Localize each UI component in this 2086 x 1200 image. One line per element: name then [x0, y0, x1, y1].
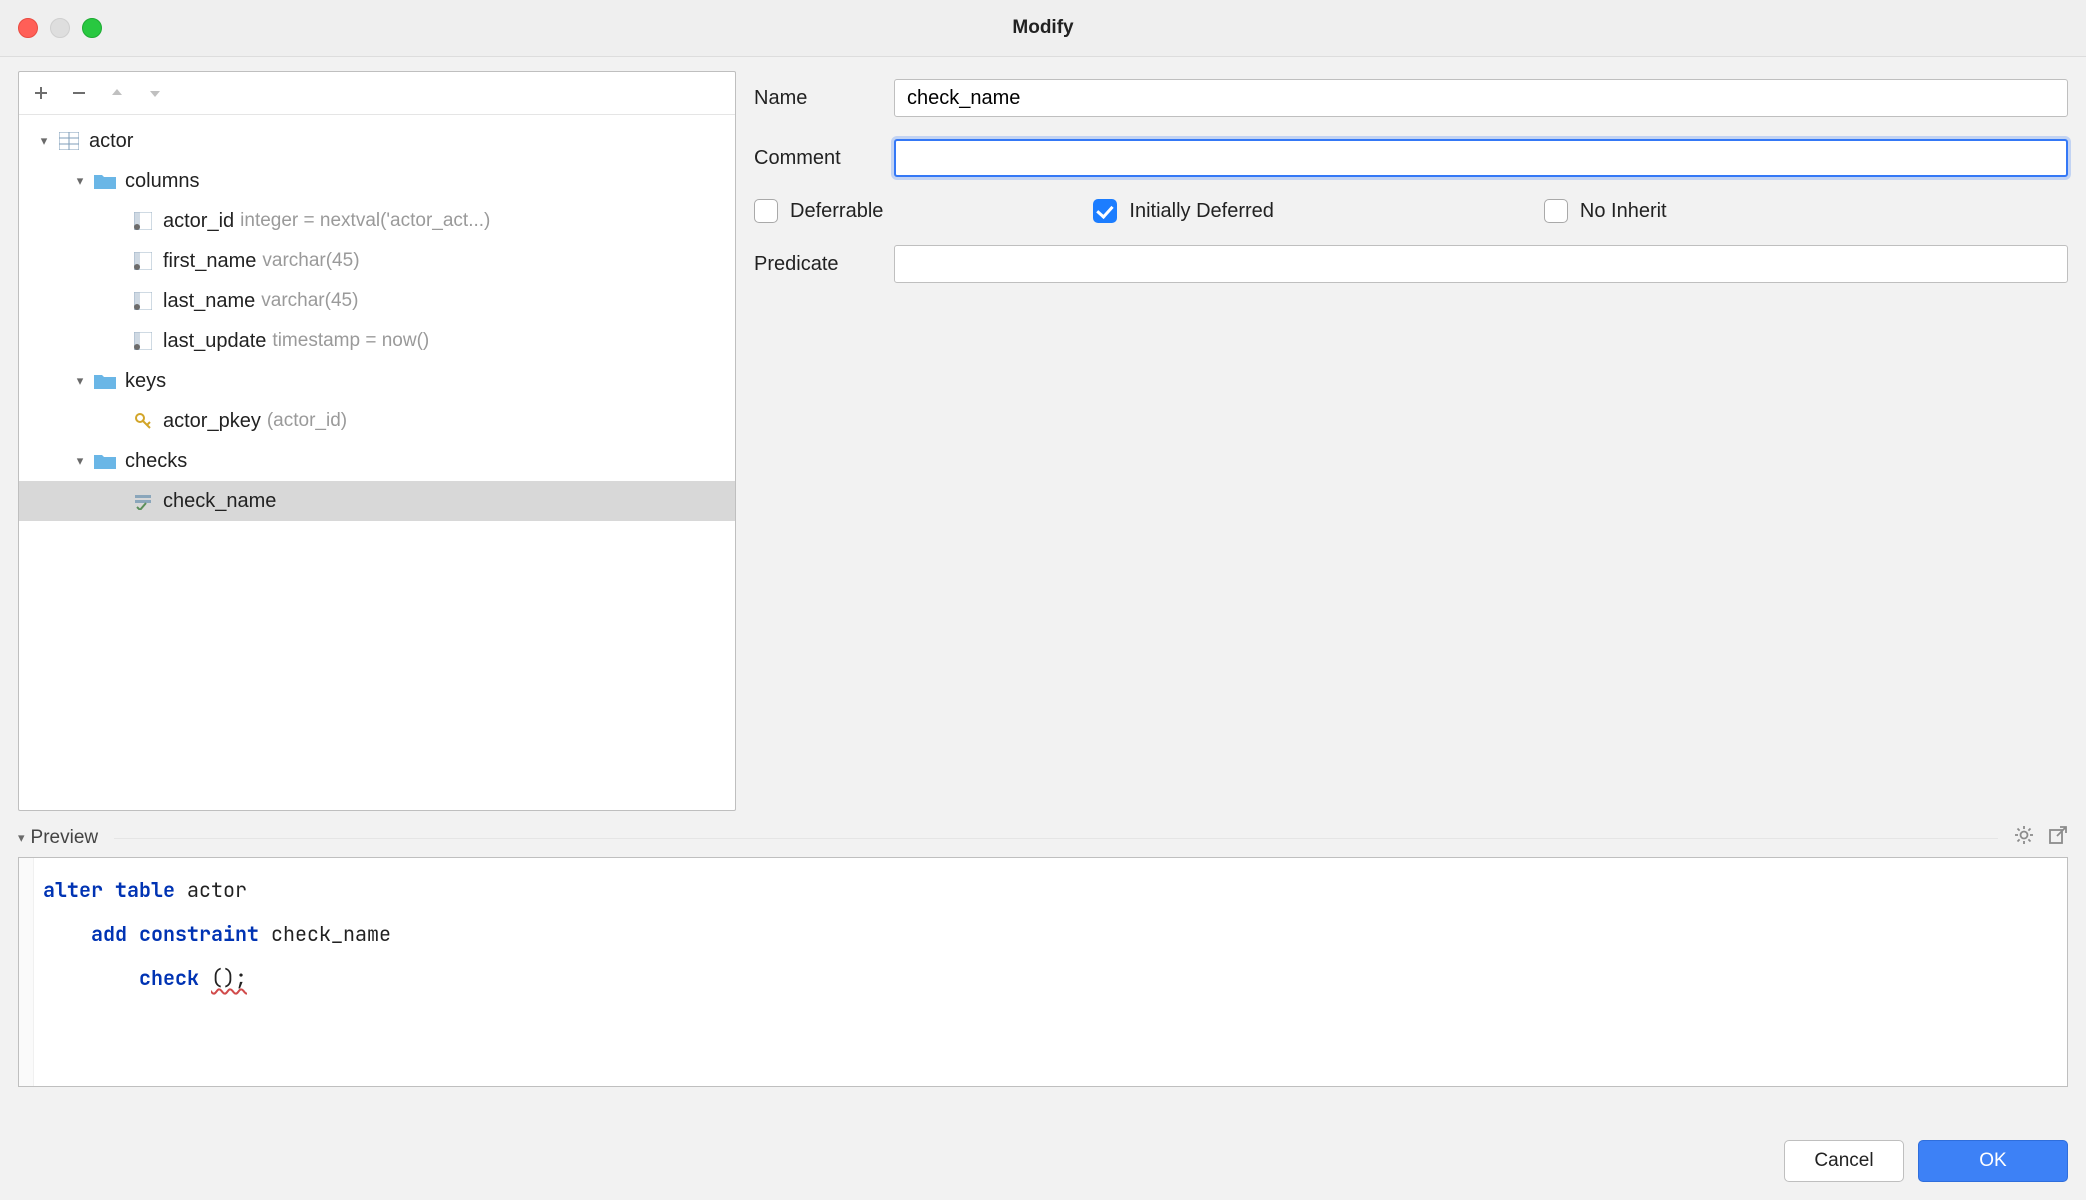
tree-node-type: timestamp = now() [272, 330, 429, 352]
window-title: Modify [0, 17, 2086, 39]
name-field[interactable] [894, 79, 2068, 117]
tree-node-column[interactable]: actor_id integer = nextval('actor_act...… [19, 201, 735, 241]
add-icon[interactable] [31, 83, 51, 103]
tree-node-type: (actor_id) [267, 410, 347, 432]
titlebar: Modify [0, 0, 2086, 57]
tree-node-label: actor_id [163, 210, 234, 233]
check-constraint-icon [131, 492, 155, 510]
preview-header[interactable]: ▾ Preview [18, 825, 2068, 851]
preview-label: Preview [31, 827, 99, 849]
folder-icon [93, 173, 117, 189]
table-icon [57, 132, 81, 150]
tree-node-type: varchar(45) [262, 250, 359, 272]
move-down-icon [145, 83, 165, 103]
tree-node-label: last_name [163, 290, 255, 313]
folder-icon [93, 373, 117, 389]
dialog-buttons: Cancel OK [0, 1122, 2086, 1200]
chevron-down-icon[interactable]: ▾ [71, 453, 89, 469]
gear-icon[interactable] [2014, 825, 2034, 851]
key-icon [131, 412, 155, 430]
tree-toolbar [19, 72, 735, 115]
checkbox-icon [754, 199, 778, 223]
chevron-down-icon[interactable]: ▾ [71, 173, 89, 189]
open-external-icon[interactable] [2048, 825, 2068, 851]
tree-node-label: keys [125, 370, 166, 393]
predicate-field[interactable] [894, 245, 2068, 283]
tree-node-column[interactable]: last_update timestamp = now() [19, 321, 735, 361]
column-icon [131, 212, 155, 230]
column-icon [131, 292, 155, 310]
chevron-down-icon[interactable]: ▾ [71, 373, 89, 389]
move-up-icon [107, 83, 127, 103]
tree-node-label: checks [125, 450, 187, 473]
window-controls [0, 18, 102, 38]
tree-node-checks-folder[interactable]: ▾ checks [19, 441, 735, 481]
code-gutter [19, 858, 34, 1086]
tree-node-columns-folder[interactable]: ▾ columns [19, 161, 735, 201]
ok-button[interactable]: OK [1918, 1140, 2068, 1182]
tree-node-label: columns [125, 170, 199, 193]
checkbox-label: Initially Deferred [1129, 200, 1274, 223]
tree-node-type: integer = nextval('actor_act...) [240, 210, 490, 232]
close-window-icon[interactable] [18, 18, 38, 38]
checkbox-icon [1544, 199, 1568, 223]
minimize-window-icon [50, 18, 70, 38]
checkbox-icon [1093, 199, 1117, 223]
tree-node-type: varchar(45) [261, 290, 358, 312]
no-inherit-checkbox[interactable]: No Inherit [1544, 199, 1667, 223]
tree-node-label: check_name [163, 490, 276, 513]
tree-node-label: first_name [163, 250, 256, 273]
name-label: Name [754, 87, 894, 110]
tree-node-key[interactable]: actor_pkey (actor_id) [19, 401, 735, 441]
tree-node-column[interactable]: first_name varchar(45) [19, 241, 735, 281]
tree-node-check[interactable]: check_name [19, 481, 735, 521]
tree-node-label: last_update [163, 330, 266, 353]
form-panel: Name Comment Deferrable [754, 71, 2068, 811]
column-icon [131, 252, 155, 270]
initially-deferred-checkbox[interactable]: Initially Deferred [1093, 199, 1274, 223]
tree-node-table[interactable]: ▾ actor [19, 121, 735, 161]
checkbox-label: No Inherit [1580, 200, 1667, 223]
divider [114, 838, 1998, 839]
deferrable-checkbox[interactable]: Deferrable [754, 199, 883, 223]
schema-tree-panel: ▾ actor ▾ columns [18, 71, 736, 811]
comment-label: Comment [754, 147, 894, 170]
tree-node-keys-folder[interactable]: ▾ keys [19, 361, 735, 401]
zoom-window-icon[interactable] [82, 18, 102, 38]
tree-node-label: actor_pkey [163, 410, 261, 433]
chevron-down-icon[interactable]: ▾ [35, 133, 53, 149]
remove-icon[interactable] [69, 83, 89, 103]
checkbox-label: Deferrable [790, 200, 883, 223]
tree-node-label: actor [89, 130, 133, 153]
schema-tree[interactable]: ▾ actor ▾ columns [19, 115, 735, 810]
folder-icon [93, 453, 117, 469]
code-content: alter table actor add constraint check_n… [43, 868, 2053, 1000]
tree-node-column[interactable]: last_name varchar(45) [19, 281, 735, 321]
chevron-down-icon[interactable]: ▾ [18, 830, 25, 846]
cancel-button[interactable]: Cancel [1784, 1140, 1904, 1182]
predicate-label: Predicate [754, 253, 894, 276]
comment-field[interactable] [894, 139, 2068, 177]
sql-preview[interactable]: alter table actor add constraint check_n… [18, 857, 2068, 1087]
preview-section: ▾ Preview alter table actor add constrai… [18, 825, 2068, 1087]
column-icon [131, 332, 155, 350]
